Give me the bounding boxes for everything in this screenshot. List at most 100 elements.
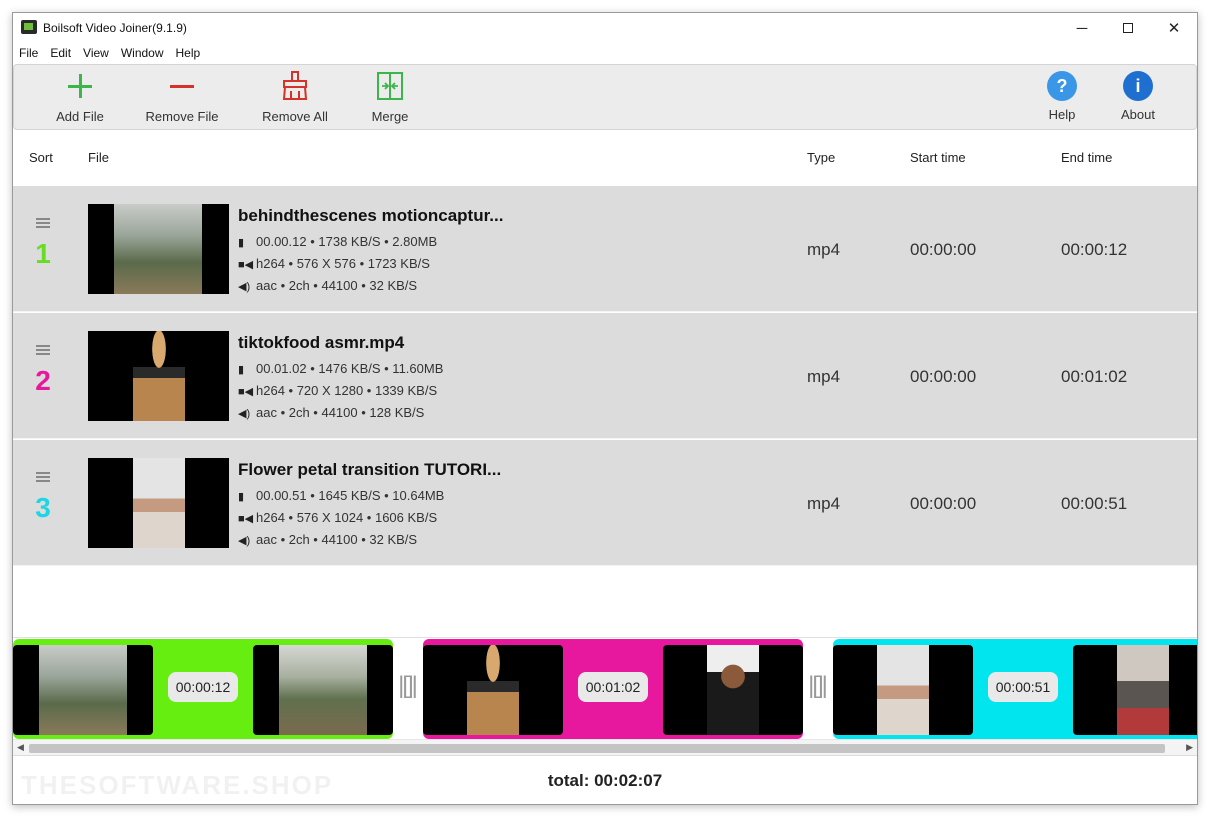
clip-splitter-icon[interactable]: |[]| [396, 672, 418, 702]
drag-handle-icon[interactable] [36, 218, 50, 228]
question-mark-icon: ? [1047, 71, 1077, 101]
row-index: 1 [35, 238, 51, 269]
menu-file[interactable]: File [19, 43, 44, 63]
app-window: Boilsoft Video Joiner(9.1.9) ─ ✕ File Ed… [12, 12, 1198, 805]
file-row[interactable]: 1 behindthescenes motioncaptur... ▮ 00.00… [13, 186, 1197, 312]
video-info: ■◀ h264 • 576 X 1024 • 1606 KB/S [238, 510, 438, 525]
file-name: Flower petal transition TUTORI... [238, 460, 502, 479]
end-time[interactable]: 00:01:02 [1061, 367, 1127, 387]
add-file-label: Add File [56, 109, 104, 124]
broom-icon [281, 71, 309, 103]
close-button[interactable]: ✕ [1151, 13, 1197, 43]
file-list: 1 behindthescenes motioncaptur... ▮ 00.00… [13, 186, 1197, 566]
timeline-scrollbar[interactable]: ◀ ▶ [13, 739, 1197, 755]
add-file-button[interactable]: Add File [32, 71, 128, 127]
start-time[interactable]: 00:00:00 [910, 367, 976, 387]
file-icon: ▮ [238, 237, 245, 249]
scrollbar-thumb[interactable] [29, 744, 1165, 753]
file-row[interactable]: 2 tiktokfood asmr.mp4 ▮ 00.01.02 • 1476 K… [13, 313, 1197, 439]
drag-handle-icon[interactable] [36, 472, 50, 482]
timeline-clip[interactable]: 00:00:51 [833, 639, 1197, 739]
video-camera-icon: ■◀ [238, 513, 254, 525]
file-info: ▮ 00.01.02 • 1476 KB/S • 11.60MB [238, 361, 444, 376]
file-info: ▮ 00.00.12 • 1738 KB/S • 2.80MB [238, 234, 438, 249]
menu-view[interactable]: View [83, 43, 115, 63]
clip-end-frame [1073, 645, 1197, 735]
video-info: ■◀ h264 • 576 X 576 • 1723 KB/S [238, 256, 430, 271]
column-sort[interactable]: Sort [29, 150, 53, 165]
video-thumbnail [88, 331, 229, 421]
file-type: mp4 [807, 367, 841, 386]
remove-file-button[interactable]: Remove File [134, 71, 230, 127]
about-button[interactable]: i About [1090, 71, 1186, 127]
menu-window[interactable]: Window [121, 43, 170, 63]
speaker-icon: ◀) [238, 535, 251, 547]
speaker-icon: ◀) [238, 408, 251, 420]
merge-icon [376, 71, 404, 103]
video-info: ■◀ h264 • 720 X 1280 • 1339 KB/S [238, 383, 438, 398]
column-end-time[interactable]: End time [1061, 150, 1112, 165]
file-type: mp4 [807, 494, 841, 513]
merge-label: Merge [371, 109, 409, 124]
info-icon: i [1123, 71, 1153, 101]
maximize-button[interactable] [1105, 13, 1151, 43]
total-duration: total: 00:02:07 [547, 771, 663, 790]
timeline-clip[interactable]: 00:01:02 [423, 639, 803, 739]
row-index: 2 [35, 365, 51, 396]
window-title: Boilsoft Video Joiner(9.1.9) [43, 21, 187, 35]
clip-end-frame [253, 645, 393, 735]
plus-icon [67, 71, 93, 103]
remove-file-label: Remove File [145, 109, 219, 124]
table-header: Sort File Type Start time End time [13, 131, 1197, 186]
menu-bar: File Edit View Window Help [13, 43, 1197, 63]
column-type[interactable]: Type [807, 150, 835, 165]
audio-info: ◀) aac • 2ch • 44100 • 128 KB/S [238, 405, 425, 420]
status-footer: THESOFTWARE.SHOP total: 00:02:07 [13, 755, 1197, 804]
file-name: behindthescenes motioncaptur... [238, 206, 504, 225]
column-start-time[interactable]: Start time [910, 150, 966, 165]
clip-start-frame [13, 645, 153, 735]
merge-button[interactable]: Merge [342, 71, 438, 127]
video-thumbnail [88, 458, 229, 548]
file-name: tiktokfood asmr.mp4 [238, 333, 405, 352]
video-camera-icon: ■◀ [238, 259, 254, 271]
audio-info: ◀) aac • 2ch • 44100 • 32 KB/S [238, 532, 418, 547]
clip-splitter-icon[interactable]: |[]| [806, 672, 828, 702]
file-icon: ▮ [238, 364, 245, 376]
end-time[interactable]: 00:00:51 [1061, 494, 1127, 514]
remove-all-label: Remove All [262, 109, 328, 124]
app-logo-icon [21, 20, 37, 34]
file-info: ▮ 00.00.51 • 1645 KB/S • 10.64MB [238, 488, 445, 503]
menu-help[interactable]: Help [176, 43, 207, 63]
clip-duration: 00:00:12 [168, 672, 238, 702]
minimize-button[interactable]: ─ [1059, 13, 1105, 43]
clip-duration: 00:01:02 [578, 672, 648, 702]
about-label: About [1121, 107, 1155, 122]
file-type: mp4 [807, 240, 841, 259]
clip-end-frame [663, 645, 803, 735]
title-bar: Boilsoft Video Joiner(9.1.9) ─ ✕ [13, 13, 1197, 43]
row-index: 3 [35, 492, 51, 523]
clip-start-frame [423, 645, 563, 735]
audio-info: ◀) aac • 2ch • 44100 • 32 KB/S [238, 278, 418, 293]
clip-start-frame [833, 645, 973, 735]
minus-icon [169, 71, 195, 103]
clip-duration: 00:00:51 [988, 672, 1058, 702]
file-row[interactable]: 3 Flower petal transition TUTORI... ▮ 00.… [13, 440, 1197, 566]
menu-edit[interactable]: Edit [50, 43, 77, 63]
scroll-right-icon[interactable]: ▶ [1186, 742, 1193, 753]
scroll-left-icon[interactable]: ◀ [17, 742, 24, 753]
video-camera-icon: ■◀ [238, 386, 254, 398]
timeline: 00:00:12 |[]| 00:01:02 |[]| 00:00:51 [13, 637, 1197, 739]
speaker-icon: ◀) [238, 281, 251, 293]
drag-handle-icon[interactable] [36, 345, 50, 355]
remove-all-button[interactable]: Remove All [247, 71, 343, 127]
maximize-icon [1123, 23, 1133, 33]
end-time[interactable]: 00:00:12 [1061, 240, 1127, 260]
start-time[interactable]: 00:00:00 [910, 240, 976, 260]
video-thumbnail [88, 204, 229, 294]
column-file[interactable]: File [88, 150, 109, 165]
start-time[interactable]: 00:00:00 [910, 494, 976, 514]
timeline-clip[interactable]: 00:00:12 [13, 639, 393, 739]
toolbar: Add File Remove File Remove All Merge ? … [13, 64, 1197, 130]
